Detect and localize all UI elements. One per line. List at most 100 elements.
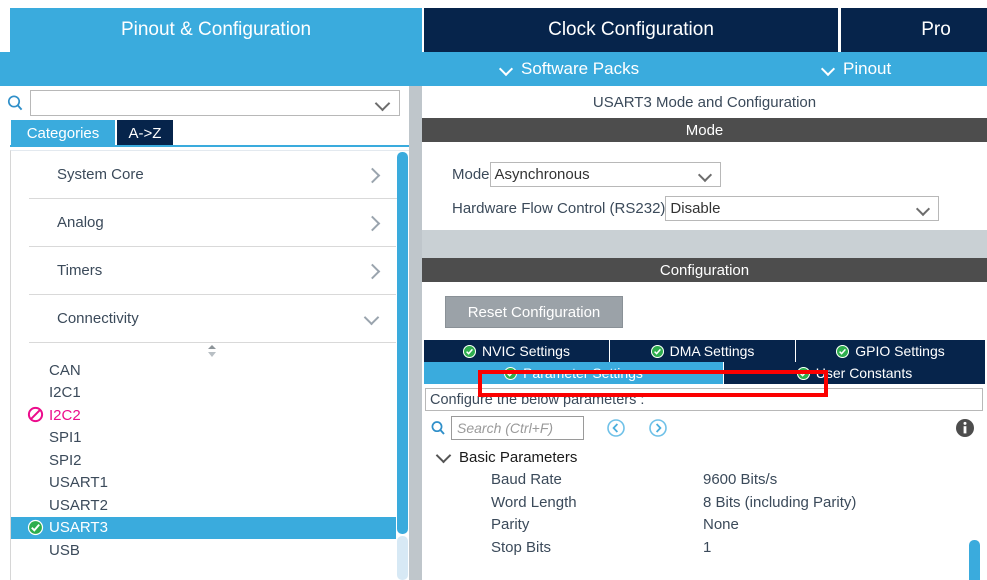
category-item-system-core-label: System Core — [57, 166, 144, 183]
tab-categories[interactable]: Categories — [11, 120, 115, 146]
category-tab-bar: Categories A->Z — [0, 120, 413, 147]
field-mode-label: Mode — [452, 165, 490, 183]
hardware-flow-control-select[interactable]: Disable — [665, 195, 940, 221]
list-scroll-spinner[interactable] — [11, 343, 413, 359]
sub-bar-left-filler — [0, 52, 422, 86]
tab-nvic-settings[interactable]: NVIC Settings — [424, 340, 610, 362]
reset-configuration-button[interactable]: Reset Configuration — [445, 296, 623, 328]
field-hardware-flow-control-label: Hardware Flow Control (RS232) — [452, 199, 666, 217]
mode-section-header-label: Mode — [685, 121, 724, 139]
tab-a-to-z[interactable]: A->Z — [117, 120, 173, 146]
config-tab-row-2: Parameter Settings User Constants — [424, 362, 987, 384]
left-scrollbar-thumb[interactable] — [397, 152, 408, 534]
chevron-down-icon — [822, 63, 835, 76]
parameter-row-baud-rate-value: 9600 Bits/s — [703, 470, 778, 488]
mode-section-header: Mode — [422, 118, 987, 142]
search-icon — [425, 420, 451, 436]
chevron-down-icon — [500, 63, 513, 76]
tab-user-constants-label: User Constants — [815, 365, 913, 381]
category-item-connectivity[interactable]: Connectivity — [29, 295, 401, 343]
info-icon[interactable] — [955, 418, 975, 438]
peripheral-item-spi1-label: SPI1 — [49, 429, 82, 447]
mode-section-body: Mode Asynchronous Hardware Flow Control … — [422, 142, 987, 230]
chevron-down-icon — [437, 450, 451, 464]
mode-select[interactable]: Asynchronous — [489, 161, 721, 187]
peripheral-item-can[interactable]: CAN — [11, 359, 413, 382]
parameter-row-parity-name: Parity — [491, 516, 530, 534]
configuration-section-header: Configuration — [422, 258, 987, 282]
category-item-analog[interactable]: Analog — [29, 199, 401, 247]
category-item-system-core[interactable]: System Core — [29, 151, 401, 199]
tab-clock-configuration[interactable]: Clock Configuration — [424, 8, 838, 52]
parameter-toolbar — [425, 412, 983, 444]
peripheral-item-spi2[interactable]: SPI2 — [11, 449, 413, 472]
tab-dma-settings-label: DMA Settings — [669, 343, 755, 359]
chevron-down-icon — [365, 312, 379, 326]
navigate-back-button[interactable] — [606, 418, 626, 438]
tab-pinout-configuration-label: Pinout & Configuration — [120, 19, 312, 40]
tab-parameter-settings-label: Parameter Settings — [523, 365, 643, 381]
panel-divider — [409, 86, 422, 580]
configure-parameters-note-label: Configure the below parameters : — [430, 391, 645, 408]
parameter-row-stop-bits-name: Stop Bits — [491, 539, 552, 557]
parameter-row-stop-bits[interactable]: Stop Bits 1 — [425, 536, 983, 559]
category-item-timers[interactable]: Timers — [29, 247, 401, 295]
navigate-forward-button[interactable] — [648, 418, 668, 438]
tab-dma-settings[interactable]: DMA Settings — [610, 340, 796, 362]
peripheral-item-i2c2[interactable]: I2C2 — [11, 404, 413, 427]
tab-nvic-settings-label: NVIC Settings — [482, 343, 570, 359]
tab-a-to-z-label: A->Z — [128, 124, 162, 142]
menu-software-packs[interactable]: Software Packs — [500, 59, 639, 79]
component-search-combo[interactable] — [30, 90, 400, 116]
main-tab-bar: Pinout & Configuration Clock Configurati… — [0, 0, 987, 52]
parameter-row-baud-rate-name: Baud Rate — [491, 470, 562, 488]
tab-project-manager[interactable]: Pro — [841, 8, 987, 52]
parameter-row-baud-rate[interactable]: Baud Rate 9600 Bits/s — [425, 468, 983, 491]
tab-user-constants[interactable]: User Constants — [724, 362, 985, 384]
parameter-row-word-length-value: 8 Bits (including Parity) — [703, 493, 857, 511]
left-scrollbar-track-lower[interactable] — [397, 536, 408, 580]
peripheral-item-i2c2-label: I2C2 — [49, 406, 81, 424]
parameter-scrollbar-thumb[interactable] — [969, 540, 980, 580]
parameter-group-basic-parameters-label: Basic Parameters — [459, 448, 578, 466]
peripheral-item-usart3[interactable]: USART3 — [11, 516, 413, 539]
chevron-right-icon — [365, 216, 379, 230]
parameter-search-input[interactable] — [452, 417, 583, 439]
peripheral-item-i2c1[interactable]: I2C1 — [11, 382, 413, 405]
config-tab-row-1: NVIC Settings DMA Settings GPIO Settings — [424, 340, 987, 362]
category-item-analog-label: Analog — [57, 214, 104, 231]
peripheral-item-usart2[interactable]: USART2 — [11, 494, 413, 517]
tab-gpio-settings[interactable]: GPIO Settings — [796, 340, 985, 362]
configure-parameters-note: Configure the below parameters : — [425, 388, 983, 411]
peripheral-item-usb[interactable]: USB — [11, 539, 413, 562]
chevron-down-icon — [377, 98, 390, 111]
parameter-row-parity-value: None — [703, 516, 739, 534]
peripheral-item-spi2-label: SPI2 — [49, 451, 82, 469]
right-panel: USART3 Mode and Configuration Mode Mode … — [422, 86, 987, 580]
configuration-section-header-label: Configuration — [659, 261, 750, 279]
check-circle-icon — [796, 366, 810, 380]
sub-bar: Software Packs Pinout — [422, 52, 987, 86]
tab-categories-label: Categories — [26, 124, 100, 142]
peripheral-item-can-label: CAN — [49, 361, 81, 379]
parameter-search-box[interactable] — [451, 416, 584, 440]
check-circle-icon — [836, 344, 850, 358]
parameter-tree: Basic Parameters Baud Rate 9600 Bits/s W… — [425, 446, 983, 578]
peripheral-item-usart1-label: USART1 — [49, 474, 108, 492]
chevron-down-icon — [918, 204, 930, 216]
field-mode: Mode Asynchronous — [452, 161, 721, 187]
menu-pinout-label: Pinout — [843, 59, 892, 78]
component-search-input[interactable] — [31, 91, 399, 115]
parameter-row-word-length[interactable]: Word Length 8 Bits (including Parity) — [425, 491, 983, 514]
left-panel: Categories A->Z System Core Analog Timer… — [0, 86, 413, 580]
parameter-group-basic-parameters[interactable]: Basic Parameters — [425, 446, 983, 468]
field-hardware-flow-control: Hardware Flow Control (RS232) Disable — [452, 195, 940, 221]
menu-pinout[interactable]: Pinout — [822, 59, 891, 79]
peripheral-item-spi1[interactable]: SPI1 — [11, 427, 413, 450]
search-icon — [0, 89, 30, 117]
tab-pinout-configuration[interactable]: Pinout & Configuration — [10, 8, 422, 52]
tab-parameter-settings[interactable]: Parameter Settings — [424, 362, 724, 384]
peripheral-item-i2c1-label: I2C1 — [49, 384, 81, 402]
peripheral-item-usart1[interactable]: USART1 — [11, 472, 413, 495]
parameter-row-parity[interactable]: Parity None — [425, 514, 983, 537]
